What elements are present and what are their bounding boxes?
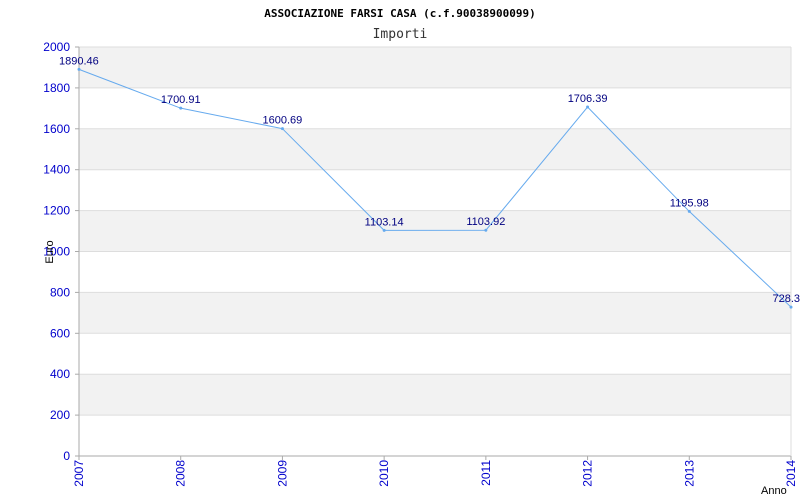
data-labels: 1890.46 1700.91 1600.69 1103.14 1103.92 1706.… [59,55,800,305]
data-point [586,105,590,109]
y-tick-label: 1800 [43,81,70,95]
data-label: 1195.98 [670,197,709,209]
data-label: 1700.91 [161,94,201,106]
data-point [179,106,183,110]
y-tick-label: 1600 [43,122,70,136]
chart-title: ASSOCIAZIONE FARSI CASA (c.f.90038900099… [264,7,536,20]
data-point [280,127,284,131]
grid-band [79,128,791,170]
x-tick-label: 2011 [479,460,493,486]
data-label: 1890.46 [59,55,99,67]
data-label: 1103.92 [466,216,505,228]
data-point [77,67,81,71]
x-tick-label: 2010 [377,460,391,487]
data-label: 728.3 [772,293,800,305]
x-tick-label: 2008 [174,460,188,487]
grid-band [79,210,791,252]
y-tick-label: 1400 [43,163,70,177]
y-tick-label: 400 [50,367,70,381]
data-point [789,305,793,309]
chart-subtitle: Importi [373,27,428,42]
y-tick-label: 2000 [43,40,70,54]
grid-band [79,292,791,334]
grid-band [79,47,791,88]
y-tick-label: 1200 [43,204,70,218]
data-point [382,228,386,232]
x-tick-label: 2012 [581,460,595,487]
x-tick-label: 2009 [275,460,289,487]
data-label: 1600.69 [263,115,303,127]
y-tick-label: 800 [50,285,70,299]
grid-band [79,374,791,416]
y-tick-label: 600 [50,326,70,340]
data-label: 1103.14 [365,216,404,228]
x-tick-labels: 2007 2008 2009 2010 2011 2012 2013 2014 [72,460,798,487]
y-tick-label: 0 [63,449,70,463]
data-point [687,209,691,213]
x-tick-label: 2014 [784,460,798,487]
line-chart: 0200400600800100012001400160018002000 20… [43,7,800,497]
data-point [484,228,488,232]
y-tick-label: 200 [50,408,70,422]
x-tick-label: 2013 [682,460,696,487]
x-axis-label: Anno [761,485,787,497]
x-tick-label: 2007 [72,460,86,487]
y-axis-label: Euro [44,240,56,263]
data-label: 1706.39 [568,93,608,105]
